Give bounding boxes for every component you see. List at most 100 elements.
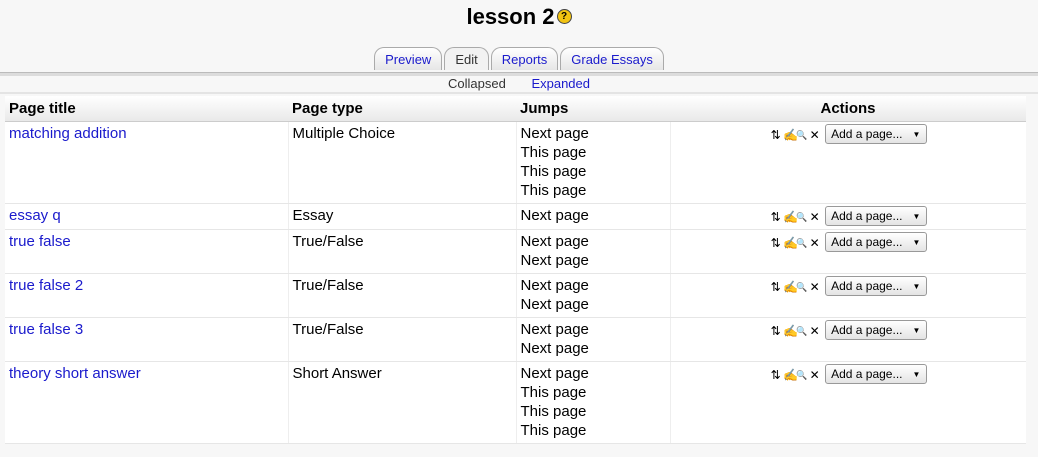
move-icon[interactable]: ⇅ xyxy=(770,281,781,293)
jump-label: This page xyxy=(520,403,587,421)
cell-page-type: Multiple Choice xyxy=(287,121,516,204)
delete-icon[interactable]: ✕ xyxy=(809,237,820,249)
tab-edit[interactable]: Edit xyxy=(444,47,489,70)
delete-icon[interactable]: ✕ xyxy=(809,129,820,141)
cell-jumps: Next page xyxy=(515,203,670,231)
cell-page-title: true false 2 xyxy=(5,273,288,319)
page-title-text: lesson 2 xyxy=(466,4,555,29)
table-row: essay q Essay Next page ⇅ ✍🔍 ✕ Add a page... ▼ xyxy=(5,203,1026,231)
preview-icon[interactable]: 🔍 xyxy=(796,325,807,337)
cell-page-title: true false 3 xyxy=(5,317,288,363)
delete-icon[interactable]: ✕ xyxy=(809,369,820,381)
cell-actions: ⇅ ✍🔍 ✕ Add a page... ▼ xyxy=(669,203,1026,231)
delete-icon[interactable]: ✕ xyxy=(809,325,820,337)
add-page-select-label: Add a page... xyxy=(831,127,903,142)
jump-label: Next page xyxy=(520,321,589,339)
chevron-down-icon: ▼ xyxy=(912,369,921,379)
preview-icon[interactable]: 🔍 xyxy=(796,129,807,141)
chevron-down-icon: ▼ xyxy=(912,325,921,335)
preview-icon[interactable]: 🔍 xyxy=(796,369,807,381)
subtab-collapsed: Collapsed xyxy=(447,76,506,91)
cell-page-type: Essay xyxy=(287,203,516,231)
header-jumps: Jumps xyxy=(516,96,670,122)
page-title-link[interactable]: true false xyxy=(9,233,71,250)
page-title: lesson 2? xyxy=(0,4,1038,30)
cell-jumps: Next page Next page xyxy=(515,273,670,319)
cell-page-type: Short Answer xyxy=(287,361,516,445)
page-title-link[interactable]: theory short answer xyxy=(9,365,141,382)
cell-page-title: essay q xyxy=(5,203,288,231)
preview-icon[interactable]: 🔍 xyxy=(796,237,807,249)
tab-reports[interactable]: Reports xyxy=(490,47,559,70)
cell-jumps: Next page This page This page This page xyxy=(515,121,670,204)
add-page-select[interactable]: Add a page... ▼ xyxy=(825,232,928,253)
subtab-expanded[interactable]: Expanded xyxy=(531,76,590,91)
add-page-select[interactable]: Add a page... ▼ xyxy=(825,276,928,297)
move-icon[interactable]: ⇅ xyxy=(770,325,781,337)
edit-icon[interactable]: ✍ xyxy=(783,211,798,223)
jump-label: This page xyxy=(520,384,587,402)
view-mode-tabs: Collapsed Expanded xyxy=(0,76,1038,91)
cell-page-title: true false xyxy=(5,229,288,275)
page-title-link[interactable]: essay q xyxy=(9,207,61,224)
table-row: true false 2 True/False Next page Next page… xyxy=(5,273,1026,319)
jump-label: This page xyxy=(520,163,587,180)
lesson-pages-table: Page title Page type Jumps Actions match… xyxy=(5,96,1026,445)
cell-jumps: Next page Next page xyxy=(515,229,670,275)
move-icon[interactable]: ⇅ xyxy=(770,129,781,141)
cell-jumps: Next page Next page xyxy=(515,317,670,363)
tab-bar: Preview Edit Reports Grade Essays xyxy=(0,47,1038,72)
cell-actions: ⇅ ✍🔍 ✕ Add a page... ▼ xyxy=(669,361,1026,445)
jump-label: Next page xyxy=(520,252,589,270)
edit-icon[interactable]: ✍ xyxy=(783,369,798,381)
cell-page-type: True/False xyxy=(287,317,516,363)
jump-label: Next page xyxy=(520,277,589,295)
jump-label: This page xyxy=(520,144,587,161)
help-icon[interactable]: ? xyxy=(556,8,572,24)
jump-label: Next page xyxy=(520,340,589,358)
preview-icon[interactable]: 🔍 xyxy=(796,281,807,293)
edit-icon[interactable]: ✍ xyxy=(783,237,798,249)
add-page-select-label: Add a page... xyxy=(831,279,903,294)
move-icon[interactable]: ⇅ xyxy=(770,369,781,381)
jump-label: This page xyxy=(520,422,587,440)
edit-icon[interactable]: ✍ xyxy=(783,281,798,293)
tab-preview[interactable]: Preview xyxy=(374,47,443,70)
action-icons: ⇅ ✍🔍 ✕ xyxy=(769,365,821,384)
jump-label: Next page xyxy=(520,125,589,142)
edit-icon[interactable]: ✍ xyxy=(783,325,798,337)
add-page-select-label: Add a page... xyxy=(831,235,903,250)
action-icons: ⇅ ✍🔍 ✕ xyxy=(769,207,821,226)
add-page-select[interactable]: Add a page... ▼ xyxy=(825,320,928,341)
delete-icon[interactable]: ✕ xyxy=(809,281,820,293)
move-icon[interactable]: ⇅ xyxy=(770,237,781,249)
header-page-title: Page title xyxy=(5,96,288,122)
chevron-down-icon: ▼ xyxy=(912,129,921,139)
cell-jumps: Next page This page This page This page xyxy=(515,361,670,445)
tab-grade-essays[interactable]: Grade Essays xyxy=(560,47,664,70)
table-row: matching addition Multiple Choice Next pag… xyxy=(5,121,1026,204)
add-page-select[interactable]: Add a page... ▼ xyxy=(825,206,928,227)
add-page-select[interactable]: Add a page... ▼ xyxy=(825,364,928,385)
page-title-link[interactable]: matching addition xyxy=(9,125,127,142)
preview-icon[interactable]: 🔍 xyxy=(796,211,807,223)
page-title-link[interactable]: true false 3 xyxy=(9,321,83,338)
cell-actions: ⇅ ✍🔍 ✕ Add a page... ▼ xyxy=(669,273,1026,319)
jump-label: Next page xyxy=(520,365,589,383)
chevron-down-icon: ▼ xyxy=(912,281,921,291)
chevron-down-icon: ▼ xyxy=(912,237,921,247)
chevron-down-icon: ▼ xyxy=(912,211,921,221)
action-icons: ⇅ ✍🔍 ✕ xyxy=(769,277,821,296)
add-page-select-label: Add a page... xyxy=(831,209,903,224)
cell-page-title: matching addition xyxy=(5,121,288,204)
page-title-link[interactable]: true false 2 xyxy=(9,277,83,294)
subtab-divider xyxy=(0,92,1038,94)
edit-icon[interactable]: ✍ xyxy=(783,129,798,141)
move-icon[interactable]: ⇅ xyxy=(770,211,781,223)
add-page-select[interactable]: Add a page... ▼ xyxy=(825,124,928,145)
table-header-row: Page title Page type Jumps Actions xyxy=(5,96,1026,122)
jump-label: Next page xyxy=(520,207,589,224)
cell-actions: ⇅ ✍🔍 ✕ Add a page... ▼ xyxy=(669,121,1026,204)
jump-label: Next page xyxy=(520,296,589,314)
delete-icon[interactable]: ✕ xyxy=(809,211,820,223)
